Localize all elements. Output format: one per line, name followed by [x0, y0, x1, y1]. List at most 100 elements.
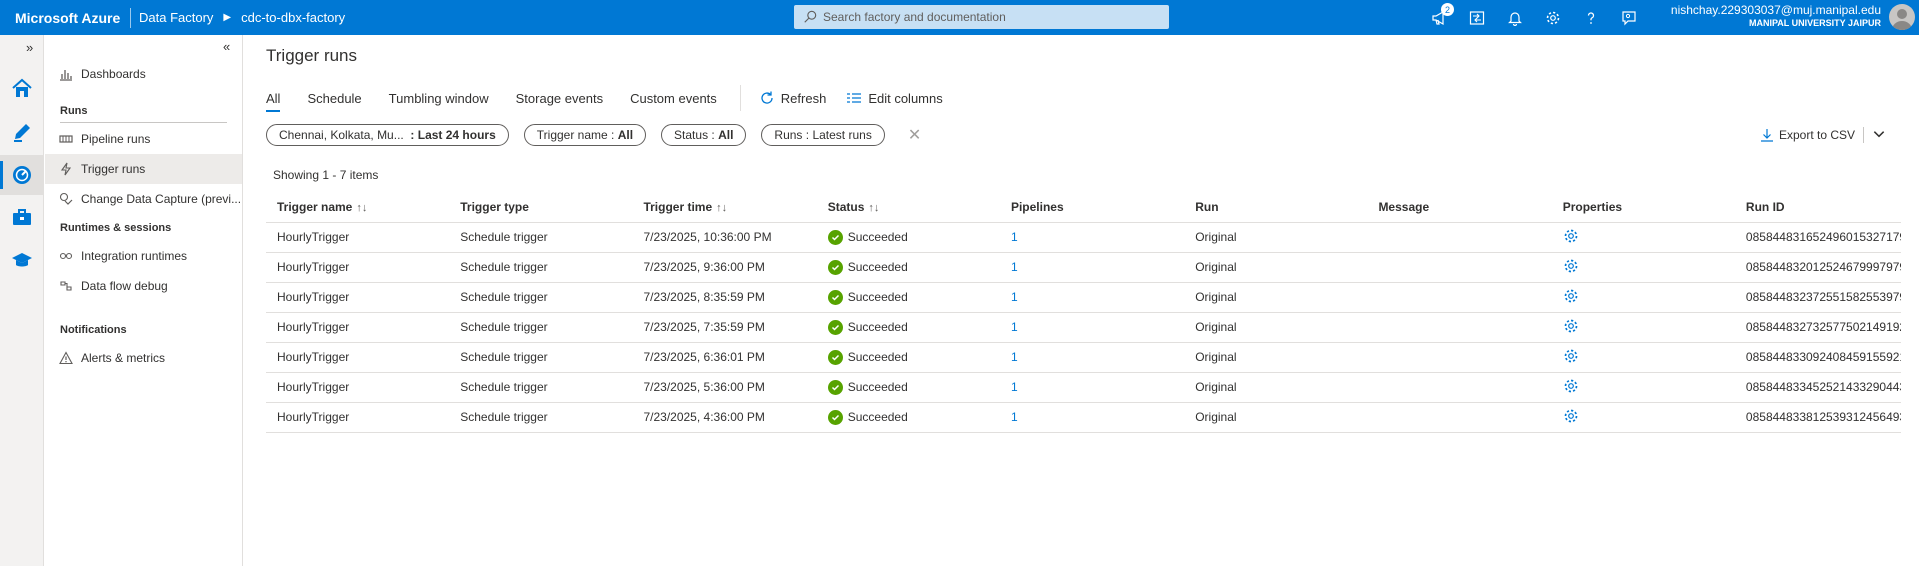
tab-schedule[interactable]: Schedule: [307, 84, 361, 112]
pipelines-link[interactable]: 1: [1011, 350, 1018, 364]
rail-learning[interactable]: [0, 240, 44, 280]
table-row[interactable]: HourlyTrigger Schedule trigger 7/23/2025, …: [266, 312, 1901, 343]
nav-change-data-capture[interactable]: Change Data Capture (previ...: [45, 184, 242, 214]
clear-filters-close-icon[interactable]: ✕: [908, 125, 921, 145]
collapse-panel-icon[interactable]: «: [223, 39, 230, 54]
page-title: Trigger runs: [266, 46, 358, 65]
pipelines-link[interactable]: 1: [1011, 380, 1018, 394]
refresh-icon: [761, 91, 773, 104]
switch-directory-button[interactable]: [1458, 0, 1496, 35]
help-button[interactable]: [1572, 0, 1610, 35]
expand-rail-icon[interactable]: »: [26, 40, 33, 55]
graduation-cap-icon: [12, 253, 32, 267]
sort-icon[interactable]: ↑↓: [716, 202, 727, 214]
success-check-icon: [827, 229, 843, 245]
breadcrumb-factory-name[interactable]: cdc-to-dbx-factory: [241, 10, 345, 25]
rail-home[interactable]: [0, 68, 44, 108]
table-row[interactable]: HourlyTrigger Schedule trigger 7/23/2025, …: [266, 372, 1901, 403]
properties-gear-icon[interactable]: [1563, 379, 1579, 397]
monitor-gauge-icon: [13, 166, 31, 184]
pipelines-link[interactable]: 1: [1011, 320, 1018, 334]
runs-filter[interactable]: Runs : Latest runs: [761, 124, 885, 146]
cell-status: Succeeded: [816, 312, 1000, 343]
tab-all[interactable]: All: [266, 84, 281, 112]
cell-trigger-time: 7/23/2025, 5:36:00 PM: [632, 372, 817, 403]
feedback-button[interactable]: [1610, 0, 1648, 35]
cell-status: Succeeded: [816, 252, 1000, 283]
table-row[interactable]: HourlyTrigger Schedule trigger 7/23/2025, …: [266, 222, 1901, 253]
cell-run: Original: [1184, 282, 1368, 313]
edit-columns-icon: [847, 93, 862, 103]
trigger-name-filter[interactable]: Trigger name : All: [523, 124, 647, 146]
nav-integration-runtimes[interactable]: Integration runtimes: [45, 241, 242, 271]
pipelines-link[interactable]: 1: [1011, 410, 1018, 424]
cell-run: Original: [1184, 402, 1368, 433]
cell-trigger-type: Schedule trigger: [449, 372, 633, 403]
cell-properties: [1551, 372, 1735, 403]
col-trigger-name[interactable]: Trigger name ↑↓: [266, 192, 450, 223]
nav-trigger-runs[interactable]: Trigger runs: [45, 154, 242, 184]
col-status[interactable]: Status ↑↓: [816, 192, 1000, 223]
col-trigger-time[interactable]: Trigger time ↑↓: [632, 192, 817, 223]
nav-runtimes-header: Runtimes & sessions: [60, 222, 172, 234]
rail-manage[interactable]: [0, 197, 44, 237]
pipelines-link[interactable]: 1: [1011, 260, 1018, 274]
chevron-down-icon[interactable]: [1872, 127, 1891, 144]
table-row[interactable]: HourlyTrigger Schedule trigger 7/23/2025, …: [266, 342, 1901, 373]
properties-gear-icon[interactable]: [1563, 319, 1579, 337]
time-range-filter[interactable]: Chennai, Kolkata, Mu... : Last 24 hours: [266, 124, 509, 146]
azure-brand[interactable]: Microsoft Azure: [0, 10, 130, 26]
updates-button[interactable]: 2: [1420, 0, 1458, 35]
toolbox-icon: [13, 209, 31, 225]
breadcrumb-data-factory[interactable]: Data Factory: [139, 10, 213, 25]
refresh-button[interactable]: Refresh: [759, 90, 826, 106]
notifications-button[interactable]: [1496, 0, 1534, 35]
avatar[interactable]: [1889, 4, 1915, 30]
status-text: Succeeded: [847, 380, 908, 394]
properties-gear-icon[interactable]: [1563, 259, 1579, 277]
search-box[interactable]: Search factory and documentation: [794, 5, 1169, 29]
tab-tumbling-window[interactable]: Tumbling window: [389, 84, 489, 112]
time-range-value: : Last 24 hours: [410, 128, 496, 142]
tab-storage-events[interactable]: Storage events: [516, 84, 603, 112]
tab-custom-events[interactable]: Custom events: [630, 84, 717, 112]
properties-gear-icon[interactable]: [1563, 349, 1579, 367]
rail-author[interactable]: [0, 112, 44, 152]
pipeline-icon: [59, 135, 73, 143]
status-text: Succeeded: [847, 290, 908, 304]
col-pipelines: Pipelines: [999, 192, 1185, 223]
table-row[interactable]: HourlyTrigger Schedule trigger 7/23/2025, …: [266, 252, 1901, 283]
nav-data-flow-debug-label: Data flow debug: [81, 279, 168, 293]
properties-gear-icon[interactable]: [1563, 409, 1579, 427]
pipelines-link[interactable]: 1: [1011, 290, 1018, 304]
runs-filter-label: Runs :: [774, 128, 810, 142]
table-row[interactable]: HourlyTrigger Schedule trigger 7/23/2025, …: [266, 282, 1901, 313]
cell-trigger-type: Schedule trigger: [449, 342, 633, 373]
table-row[interactable]: HourlyTrigger Schedule trigger 7/23/2025, …: [266, 402, 1901, 433]
nav-alerts-metrics[interactable]: Alerts & metrics: [45, 343, 242, 373]
nav-alerts-metrics-label: Alerts & metrics: [81, 351, 166, 365]
user-account[interactable]: nishchay.229303037@muj.manipal.edu MANIP…: [1671, 3, 1881, 29]
rail-monitor[interactable]: [0, 155, 44, 195]
pipelines-link[interactable]: 1: [1011, 230, 1018, 244]
settings-button[interactable]: [1534, 0, 1572, 35]
properties-gear-icon[interactable]: [1563, 289, 1579, 307]
nav-dashboards[interactable]: Dashboards: [45, 59, 242, 89]
status-filter[interactable]: Status : All: [661, 124, 747, 146]
col-trigger-name-label: Trigger name: [277, 199, 353, 214]
nav-pipeline-runs[interactable]: Pipeline runs: [45, 124, 242, 154]
cell-run: Original: [1184, 222, 1368, 253]
col-trigger-time-label: Trigger time: [643, 199, 713, 214]
warning-triangle-icon: [59, 351, 73, 365]
toolbar-separator: [739, 85, 741, 111]
cell-properties: [1551, 282, 1735, 313]
sort-icon[interactable]: ↑↓: [868, 202, 879, 214]
edit-columns-button[interactable]: Edit columns: [846, 90, 943, 106]
table-header-row: Trigger name ↑↓ Trigger type Trigger time…: [266, 192, 1901, 223]
properties-gear-icon[interactable]: [1563, 229, 1579, 247]
export-to-csv-button[interactable]: Export to CSV: [1760, 124, 1891, 146]
cell-trigger-type: Schedule trigger: [449, 312, 633, 343]
nav-data-flow-debug[interactable]: Data flow debug: [45, 271, 242, 301]
sort-icon[interactable]: ↑↓: [356, 202, 367, 214]
success-check-icon: [827, 349, 843, 365]
